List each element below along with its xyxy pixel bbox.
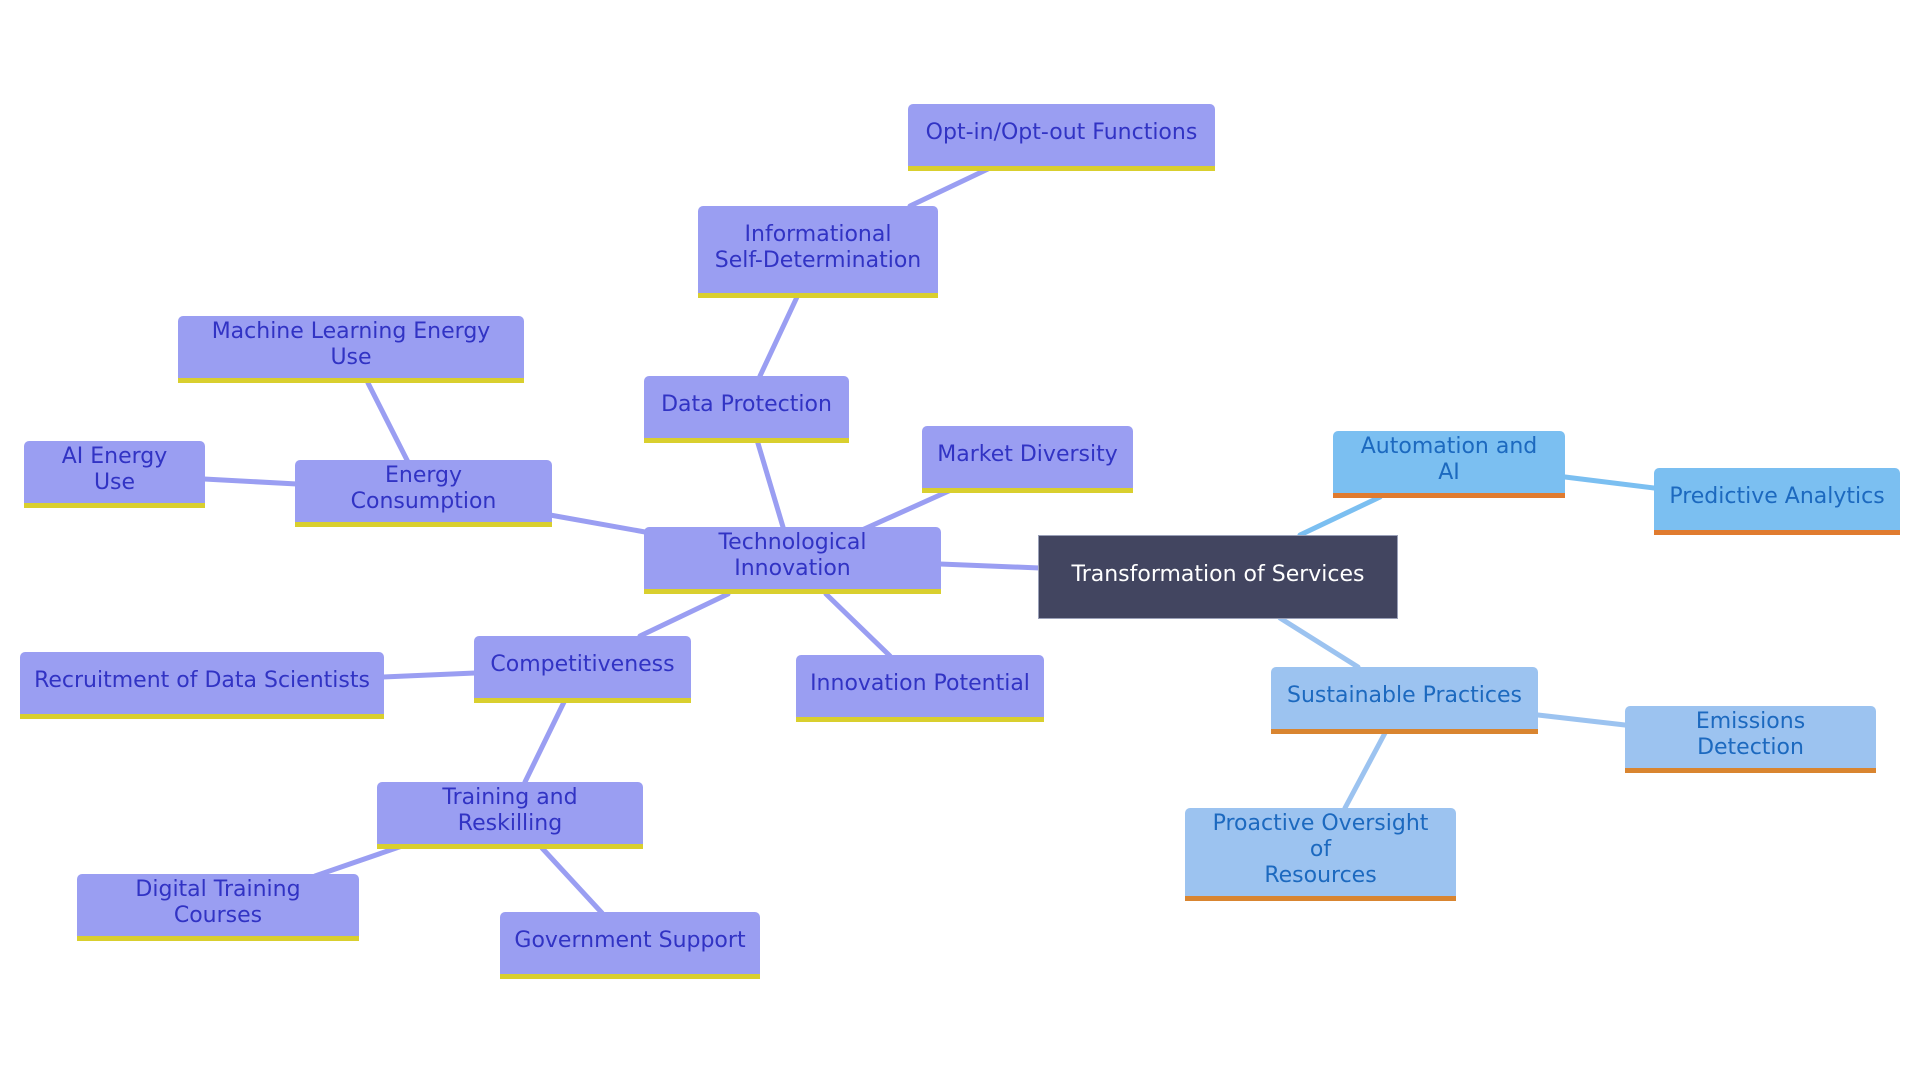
edge-energy-ai xyxy=(201,476,300,487)
edge-compet-recruit xyxy=(380,670,478,680)
node-label: Automation and AI xyxy=(1360,434,1538,485)
edge-tech-energy xyxy=(547,512,648,535)
edge-training-gov xyxy=(539,845,605,916)
node-automation-and-ai[interactable]: Automation and AI xyxy=(1333,431,1565,498)
edge-root-tech xyxy=(937,561,1043,571)
node-label: Predictive Analytics xyxy=(1669,484,1885,509)
node-sustainable-practices[interactable]: Sustainable Practices xyxy=(1271,667,1538,734)
node-label: Training and Reskilling xyxy=(442,785,578,836)
node-label: Technological Innovation xyxy=(718,530,867,581)
edge-tech-innov xyxy=(823,591,893,659)
node-technological-innovation[interactable]: Technological Innovation xyxy=(644,527,941,594)
node-digital-training-courses[interactable]: Digital Training Courses xyxy=(77,874,359,941)
node-training-and-reskilling[interactable]: Training and Reskilling xyxy=(377,782,643,849)
edge-root-auto xyxy=(1297,494,1383,538)
edge-infoself-optin xyxy=(907,165,993,209)
node-label: Innovation Potential xyxy=(810,671,1030,696)
node-label-line-1: Proactive Oversight of xyxy=(1212,811,1429,862)
node-label-line-2: Resources xyxy=(1264,863,1377,888)
node-label: Recruitment of Data Scientists xyxy=(34,668,370,693)
edge-energy-ml xyxy=(365,380,411,465)
edge-sustain-emis xyxy=(1535,712,1628,728)
node-data-protection[interactable]: Data Protection xyxy=(644,376,849,443)
edge-tech-compet xyxy=(637,591,731,639)
node-label: Emissions Detection xyxy=(1695,709,1806,760)
node-competitiveness[interactable]: Competitiveness xyxy=(474,636,691,703)
node-transformation-of-services[interactable]: Transformation of Services xyxy=(1038,535,1398,619)
node-emissions-detection[interactable]: Emissions Detection xyxy=(1625,706,1876,773)
node-label: Energy Consumption xyxy=(350,463,497,514)
node-label-line-1: Informational xyxy=(744,221,892,247)
edge-sustain-proactive xyxy=(1342,730,1388,811)
node-label: Machine Learning Energy Use xyxy=(211,319,491,370)
node-ai-energy-use[interactable]: AI Energy Use xyxy=(24,441,205,508)
node-label: Digital Training Courses xyxy=(135,877,301,928)
node-opt-in-opt-out-functions[interactable]: Opt-in/Opt-out Functions xyxy=(908,104,1215,171)
node-label: Sustainable Practices xyxy=(1287,683,1522,708)
node-informational-self-determination[interactable]: Informational Self-Determination xyxy=(698,206,938,298)
edge-auto-predict xyxy=(1562,474,1657,491)
node-label: Competitiveness xyxy=(490,652,675,677)
node-energy-consumption[interactable]: Energy Consumption xyxy=(295,460,552,527)
node-machine-learning-energy-use[interactable]: Machine Learning Energy Use xyxy=(178,316,524,383)
node-label: Transformation of Services xyxy=(1071,562,1365,587)
node-label-line-2: Self-Determination xyxy=(714,247,922,273)
node-government-support[interactable]: Government Support xyxy=(500,912,760,979)
node-label: Informational Self-Determination xyxy=(715,222,922,274)
node-market-diversity[interactable]: Market Diversity xyxy=(922,426,1133,493)
edge-compet-training xyxy=(522,697,568,785)
node-label: AI Energy Use xyxy=(61,444,168,495)
edge-training-digital xyxy=(312,842,408,879)
node-predictive-analytics[interactable]: Predictive Analytics xyxy=(1654,468,1900,535)
edge-tech-dataprot xyxy=(754,437,786,530)
node-label: Government Support xyxy=(514,928,746,953)
node-proactive-oversight-of-resources[interactable]: Proactive Oversight of Resources xyxy=(1185,808,1456,901)
edge-tech-market xyxy=(859,487,954,533)
node-label: Opt-in/Opt-out Functions xyxy=(925,120,1198,145)
edge-dataprot-infoself xyxy=(757,294,800,379)
node-label: Data Protection xyxy=(661,392,832,417)
node-label: Proactive Oversight of Resources xyxy=(1199,811,1442,889)
node-innovation-potential[interactable]: Innovation Potential xyxy=(796,655,1044,722)
edge-root-sustain xyxy=(1277,615,1361,670)
node-recruitment-of-data-scientists[interactable]: Recruitment of Data Scientists xyxy=(20,652,384,719)
node-label: Market Diversity xyxy=(937,442,1118,467)
